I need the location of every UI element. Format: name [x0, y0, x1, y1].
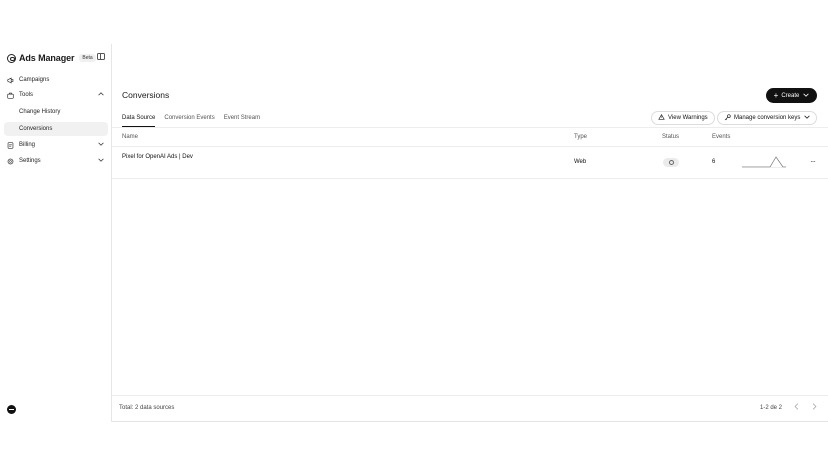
key-icon: [724, 113, 731, 123]
main-content: Conversions + Create Data Source Convers…: [112, 44, 828, 422]
chevron-down-icon: [98, 142, 104, 148]
events-sparkline: [742, 156, 786, 168]
sidebar: Ads Manager Beta Campaigns Tools Change …: [0, 44, 112, 422]
table-footer: Total: 2 data sources 1-2 de 2: [112, 395, 828, 422]
column-header-type[interactable]: Type: [574, 134, 587, 140]
avatar[interactable]: [7, 405, 16, 414]
sidebar-item-label: Billing: [19, 142, 36, 148]
chevron-up-icon: [98, 92, 104, 98]
chevron-down-icon: [98, 158, 104, 164]
sidebar-item-label: Settings: [19, 158, 41, 164]
create-button[interactable]: + Create: [766, 88, 817, 103]
chevron-left-icon[interactable]: [794, 403, 799, 412]
tab-bar: Data Source Conversion Events Event Stre…: [122, 113, 269, 127]
manage-keys-label: Manage conversion keys: [734, 115, 801, 121]
plus-icon: +: [773, 91, 779, 100]
row-name[interactable]: Pixel for OpenAI Ads | Dev: [122, 154, 193, 160]
warning-icon: [658, 113, 665, 122]
beta-badge: Beta: [79, 54, 96, 62]
receipt-icon: [7, 141, 14, 149]
gear-icon: [7, 158, 14, 165]
manage-conversion-keys-button[interactable]: Manage conversion keys: [717, 111, 818, 125]
tab-data-source[interactable]: Data Source: [122, 113, 156, 127]
sidebar-item-settings[interactable]: Settings: [4, 154, 108, 168]
brand: Ads Manager Beta: [7, 52, 96, 64]
openai-logo-icon: [7, 53, 16, 63]
chevron-down-icon: [803, 93, 810, 99]
sidebar-item-label: Change History: [19, 109, 61, 115]
pagination-info: 1-2 de 2: [760, 405, 783, 411]
tab-conversion-events[interactable]: Conversion Events: [164, 113, 214, 127]
briefcase-icon: [7, 92, 14, 99]
table-header: Name Type Status Events: [112, 127, 828, 147]
column-header-name[interactable]: Name: [122, 134, 138, 140]
more-options-icon[interactable]: ···: [810, 157, 816, 166]
column-header-events[interactable]: Events: [712, 134, 730, 140]
create-label: Create: [781, 92, 800, 99]
chevron-right-icon[interactable]: [812, 403, 817, 412]
chevron-down-icon: [804, 115, 811, 121]
app-window: Ads Manager Beta Campaigns Tools Change …: [0, 44, 828, 422]
sidebar-item-conversions[interactable]: Conversions: [4, 122, 108, 136]
total-count: Total: 2 data sources: [119, 405, 175, 411]
sidebar-item-change-history[interactable]: Change History: [4, 105, 108, 119]
status-icon: [668, 160, 674, 165]
sidebar-item-tools[interactable]: Tools: [4, 88, 108, 102]
tab-event-stream[interactable]: Event Stream: [224, 113, 260, 127]
column-header-status[interactable]: Status: [662, 134, 679, 140]
sidebar-toggle-icon[interactable]: [97, 53, 105, 60]
data-sources-table: Name Type Status Events Pixel for OpenAI…: [112, 127, 828, 179]
megaphone-icon: [7, 76, 14, 84]
page-title: Conversions: [122, 90, 170, 100]
row-events: 6: [712, 159, 716, 165]
row-type: Web: [574, 159, 587, 165]
status-badge: [663, 158, 679, 167]
sidebar-item-billing[interactable]: Billing: [4, 138, 108, 152]
sidebar-item-label: Conversions: [19, 126, 53, 132]
table-row[interactable]: Pixel for OpenAI Ads | Dev Web 6 ···: [112, 147, 828, 179]
view-warnings-label: View Warnings: [668, 115, 708, 121]
brand-name: Ads Manager: [19, 53, 75, 63]
sidebar-item-label: Tools: [19, 92, 34, 98]
sidebar-item-label: Campaigns: [19, 77, 50, 83]
sidebar-item-campaigns[interactable]: Campaigns: [4, 73, 108, 87]
view-warnings-button[interactable]: View Warnings: [651, 111, 715, 125]
